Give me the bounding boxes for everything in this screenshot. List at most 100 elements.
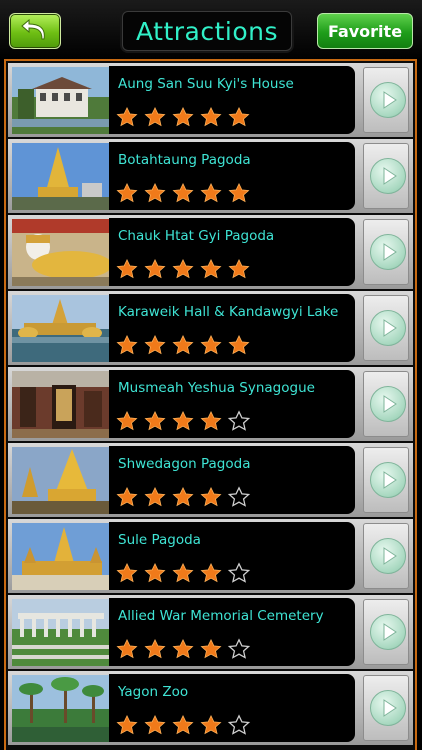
star-filled-icon: [116, 410, 138, 431]
star-filled-icon: [116, 486, 138, 507]
star-filled-icon: [144, 638, 166, 659]
star-filled-icon: [228, 182, 250, 203]
star-filled-icon: [116, 334, 138, 355]
star-filled-icon: [228, 106, 250, 127]
rating-stars: [113, 258, 253, 282]
rating-stars: [113, 182, 253, 206]
attraction-card: Sule Pagoda: [109, 522, 355, 590]
detail-button[interactable]: [363, 523, 409, 589]
detail-button[interactable]: [363, 143, 409, 209]
attraction-card: Karaweik Hall & Kandawgyi Lake: [109, 294, 355, 362]
play-arrow-icon: [370, 310, 406, 346]
list-item[interactable]: Yagon Zoo: [8, 671, 413, 745]
attraction-name: Yagon Zoo: [118, 684, 189, 700]
star-empty-icon: [227, 714, 251, 735]
list-item[interactable]: Shwedagon Pagoda: [8, 443, 413, 517]
detail-button[interactable]: [363, 675, 409, 741]
rating-stars: [113, 562, 253, 586]
star-filled-icon: [200, 258, 222, 279]
star-empty-icon: [227, 486, 251, 507]
star-filled-icon: [172, 182, 194, 203]
detail-button[interactable]: [363, 295, 409, 361]
rating-stars: [113, 410, 253, 434]
play-arrow-icon: [370, 158, 406, 194]
play-arrow-icon: [370, 614, 406, 650]
star-filled-icon: [228, 258, 250, 279]
attraction-name: Karaweik Hall & Kandawgyi Lake: [118, 304, 339, 320]
play-arrow-icon: [370, 690, 406, 726]
list-item[interactable]: Sule Pagoda: [8, 519, 413, 593]
star-filled-icon: [228, 334, 250, 355]
attraction-photo: [12, 447, 109, 514]
star-filled-icon: [116, 106, 138, 127]
star-filled-icon: [200, 410, 222, 431]
detail-button[interactable]: [363, 67, 409, 133]
star-empty-icon: [227, 410, 251, 431]
attraction-card: Musmeah Yeshua Synagogue: [109, 370, 355, 438]
detail-button[interactable]: [363, 371, 409, 437]
list-item[interactable]: Chauk Htat Gyi Pagoda: [8, 215, 413, 289]
star-filled-icon: [200, 638, 222, 659]
attraction-card: Botahtaung Pagoda: [109, 142, 355, 210]
rating-stars: [113, 486, 253, 510]
attraction-photo: [12, 599, 109, 666]
star-filled-icon: [116, 182, 138, 203]
top-bar: Attractions Favorite: [0, 0, 422, 60]
favorite-button-label: Favorite: [327, 21, 403, 41]
attraction-photo: [12, 523, 109, 590]
star-filled-icon: [172, 638, 194, 659]
star-filled-icon: [144, 410, 166, 431]
attraction-name: Aung San Suu Kyi's House: [118, 76, 294, 92]
attraction-name: Botahtaung Pagoda: [118, 152, 251, 168]
rating-stars: [113, 106, 253, 130]
attraction-card: Yagon Zoo: [109, 674, 355, 742]
attraction-photo: [12, 67, 109, 134]
star-filled-icon: [200, 334, 222, 355]
attraction-card: Shwedagon Pagoda: [109, 446, 355, 514]
attraction-name: Shwedagon Pagoda: [118, 456, 251, 472]
rating-stars: [113, 714, 253, 738]
attraction-name: Allied War Memorial Cemetery: [118, 608, 324, 624]
star-filled-icon: [200, 182, 222, 203]
star-filled-icon: [172, 714, 194, 735]
list-item[interactable]: Botahtaung Pagoda: [8, 139, 413, 213]
detail-button[interactable]: [363, 599, 409, 665]
list-item[interactable]: Aung San Suu Kyi's House: [8, 63, 413, 137]
star-filled-icon: [116, 638, 138, 659]
back-button[interactable]: [9, 13, 61, 49]
detail-button[interactable]: [363, 219, 409, 285]
star-filled-icon: [144, 714, 166, 735]
list-item[interactable]: Allied War Memorial Cemetery: [8, 595, 413, 669]
attraction-name: Sule Pagoda: [118, 532, 201, 548]
attraction-photo: [12, 371, 109, 438]
play-arrow-icon: [370, 386, 406, 422]
star-filled-icon: [172, 334, 194, 355]
attraction-card: Allied War Memorial Cemetery: [109, 598, 355, 666]
play-arrow-icon: [370, 234, 406, 270]
attraction-name: Chauk Htat Gyi Pagoda: [118, 228, 275, 244]
star-empty-icon: [227, 562, 251, 583]
star-filled-icon: [116, 714, 138, 735]
play-arrow-icon: [370, 462, 406, 498]
star-filled-icon: [172, 106, 194, 127]
detail-button[interactable]: [363, 447, 409, 513]
list-item[interactable]: Musmeah Yeshua Synagogue: [8, 367, 413, 441]
star-filled-icon: [172, 410, 194, 431]
star-filled-icon: [200, 486, 222, 507]
star-filled-icon: [172, 258, 194, 279]
back-arrow-icon: [21, 19, 45, 40]
page-title: Attractions: [135, 16, 279, 46]
attraction-photo: [12, 295, 109, 362]
rating-stars: [113, 334, 253, 358]
play-arrow-icon: [370, 82, 406, 118]
play-arrow-icon: [370, 538, 406, 574]
star-filled-icon: [172, 486, 194, 507]
star-filled-icon: [144, 258, 166, 279]
attractions-list[interactable]: Aung San Suu Kyi's House Botahtaung Pago…: [4, 59, 417, 750]
list-item[interactable]: Karaweik Hall & Kandawgyi Lake: [8, 291, 413, 365]
star-empty-icon: [227, 638, 251, 659]
favorite-button[interactable]: Favorite: [317, 13, 413, 49]
star-filled-icon: [144, 106, 166, 127]
attraction-name: Musmeah Yeshua Synagogue: [118, 380, 315, 396]
star-filled-icon: [172, 562, 194, 583]
